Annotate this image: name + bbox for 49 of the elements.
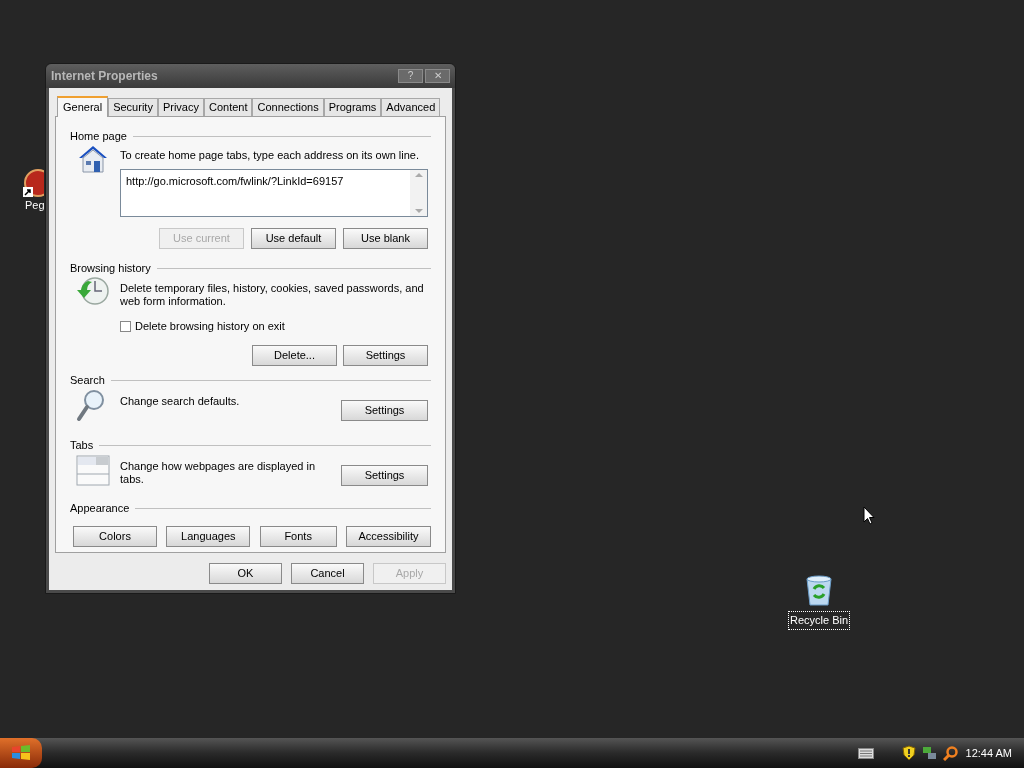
- button[interactable]: Accessibility: [346, 525, 431, 547]
- button[interactable]: Use blank: [343, 228, 428, 249]
- address-field[interactable]: http://go.microsoft.com/fwlink/?LinkId=69157: [120, 169, 428, 217]
- description: Delete temporary files, history, cookies, saved passwords, and web form information.: [120, 282, 425, 308]
- description: To create home page tabs, type each address on its own line.: [120, 149, 420, 162]
- tab[interactable]: Content: [203, 98, 253, 116]
- tab[interactable]: General: [57, 96, 109, 117]
- button[interactable]: Delete...: [252, 344, 337, 366]
- description: Change how webpages are displayed in tabs.: [120, 459, 317, 486]
- button[interactable]: Colors: [73, 525, 157, 547]
- cursor-icon: [863, 506, 875, 525]
- ball-shortcut-icon[interactable]: [22, 168, 44, 198]
- button[interactable]: Settings: [341, 399, 428, 421]
- tab[interactable]: Connections: [252, 98, 324, 116]
- tab[interactable]: Advanced: [381, 98, 441, 116]
- icon-label[interactable]: Recycle Bin: [787, 611, 851, 630]
- keyboard-icon[interactable]: [857, 747, 874, 759]
- tab[interactable]: Programs: [323, 98, 382, 116]
- network-icon[interactable]: [921, 745, 937, 761]
- button[interactable]: OK: [209, 563, 282, 584]
- start-button[interactable]: [0, 738, 42, 768]
- windows-logo-icon: [11, 744, 31, 762]
- button[interactable]: Settings: [341, 464, 428, 486]
- tab[interactable]: Privacy: [157, 98, 204, 116]
- section-title: Search: [70, 373, 105, 389]
- description: Change search defaults.: [120, 394, 241, 408]
- help-button[interactable]: ?: [398, 69, 423, 83]
- clock[interactable]: 12:44 AM: [965, 744, 1012, 762]
- tab[interactable]: Security: [108, 98, 158, 116]
- checkbox[interactable]: [120, 320, 131, 332]
- window-title: Internet Properties: [51, 68, 158, 85]
- window-tabs-icon: [76, 453, 110, 486]
- section-title: Tabs: [70, 438, 94, 454]
- button[interactable]: Fonts: [259, 525, 337, 547]
- button[interactable]: Settings: [343, 344, 428, 366]
- clock-arrow-icon: [76, 276, 110, 308]
- section-title: Appearance: [70, 501, 130, 517]
- section-title: Browsing history: [70, 260, 151, 276]
- close-button[interactable]: ✕: [425, 69, 450, 83]
- button[interactable]: Use default: [251, 228, 336, 249]
- section-title: Home page: [70, 128, 127, 144]
- shield-icon[interactable]: [901, 745, 916, 761]
- recycle-bin-icon[interactable]: [804, 575, 834, 607]
- search-icon[interactable]: [942, 745, 958, 761]
- magnifier-icon: [76, 388, 106, 423]
- button[interactable]: Languages: [166, 525, 251, 547]
- button[interactable]: Cancel: [291, 563, 364, 584]
- checkbox-label: Delete browsing history on exit: [135, 319, 285, 334]
- icon-label[interactable]: Peg: [24, 198, 46, 213]
